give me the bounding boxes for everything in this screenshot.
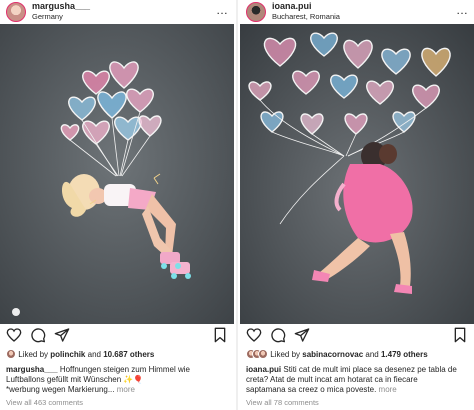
bookmark-icon[interactable] <box>212 327 228 343</box>
post-photo[interactable] <box>0 24 234 324</box>
liked-by-others[interactable]: 1.479 others <box>381 350 428 359</box>
liked-by-prefix: Liked by <box>270 350 303 359</box>
caption-username[interactable]: ioana.pui <box>246 365 281 374</box>
liker-avatar <box>258 349 268 359</box>
liked-by-others[interactable]: 10.687 others <box>103 350 154 359</box>
post-header: ioana.pui Bucharest, Romania … <box>240 0 474 24</box>
liker-avatar <box>6 349 16 359</box>
post-caption: margusha___ Hoffnungen steigen zum Himme… <box>6 365 230 395</box>
view-all-comments-link[interactable]: View all 463 comments <box>6 398 83 407</box>
post-location[interactable]: Germany <box>32 12 63 21</box>
post-caption: ioana.pui Stiti cat de mult imi place sa… <box>246 365 470 395</box>
liked-by-and: and <box>363 350 381 359</box>
liked-by-user[interactable]: polinchik <box>50 350 85 359</box>
caption-username[interactable]: margusha___ <box>6 365 58 374</box>
caption-text-line1: Stiti cat de mult imi place sa desenez p… <box>283 365 457 374</box>
post-actions <box>0 326 234 346</box>
sparkle-emoji: ✨🎈 <box>123 375 144 384</box>
likes-summary: Liked by polinchik and 10.687 others <box>6 349 230 363</box>
chalk-hearts-photo <box>240 24 474 324</box>
avatar[interactable] <box>246 2 266 22</box>
more-options-icon[interactable]: … <box>216 4 228 16</box>
caption-text-line2: Luftballons gefüllt mit Wünschen <box>6 375 122 384</box>
heart-icon[interactable] <box>246 327 262 343</box>
share-icon[interactable] <box>294 327 310 343</box>
caption-text-line2: creta? Atat de mult incat am hotarat ca … <box>246 375 418 384</box>
more-options-icon[interactable]: … <box>456 4 468 16</box>
likes-summary: Liked by sabinacornovac and 1.479 others <box>246 349 470 363</box>
instagram-post: ioana.pui Bucharest, Romania … Liked by … <box>240 0 474 410</box>
post-username[interactable]: margusha___ <box>32 1 90 11</box>
post-header: margusha___ Germany … <box>0 0 234 24</box>
post-location[interactable]: Bucharest, Romania <box>272 12 340 21</box>
chalk-balloons-photo <box>0 24 234 324</box>
comment-icon[interactable] <box>30 327 46 343</box>
caption-more-link[interactable]: more <box>117 385 135 394</box>
caption-text-line3: saptamana sa creez o mica poveste. <box>246 385 377 394</box>
view-all-comments-link[interactable]: View all 78 comments <box>246 398 319 407</box>
avatar[interactable] <box>6 2 26 22</box>
post-actions <box>240 326 474 346</box>
liked-by-prefix: Liked by <box>18 350 51 359</box>
share-icon[interactable] <box>54 327 70 343</box>
liked-by-and: and <box>85 350 104 359</box>
heart-icon[interactable] <box>6 327 22 343</box>
post-username[interactable]: ioana.pui <box>272 1 312 11</box>
caption-more-link[interactable]: more <box>379 385 397 394</box>
comment-icon[interactable] <box>270 327 286 343</box>
post-divider <box>236 0 238 410</box>
liked-by-user[interactable]: sabinacornovac <box>302 350 363 359</box>
post-photo[interactable] <box>240 24 474 324</box>
caption-text-line3: *werbung wegen Markierung... <box>6 385 115 394</box>
caption-text-line1: Hoffnungen steigen zum Himmel wie <box>59 365 190 374</box>
instagram-post: margusha___ Germany … Liked by polinchik… <box>0 0 234 410</box>
bookmark-icon[interactable] <box>452 327 468 343</box>
